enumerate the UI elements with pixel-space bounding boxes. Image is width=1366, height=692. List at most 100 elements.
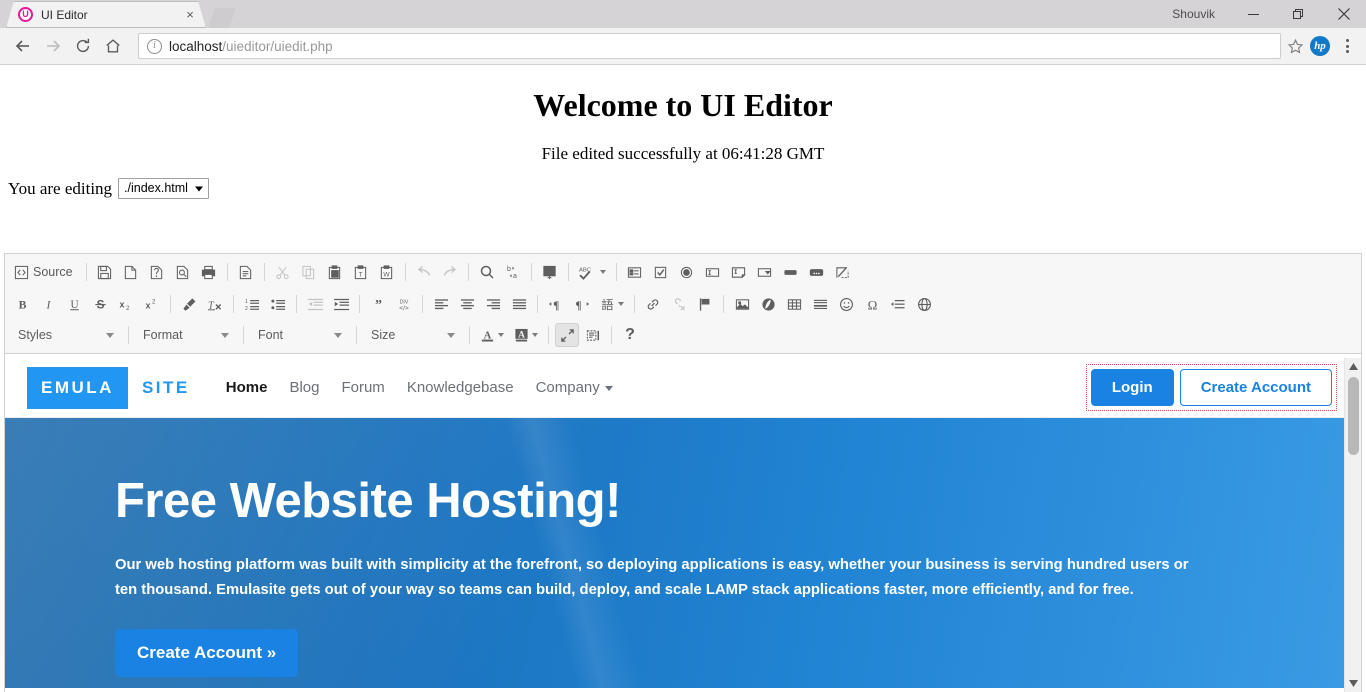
copy-button[interactable] [297, 260, 321, 284]
undo-button[interactable] [412, 260, 436, 284]
save-button[interactable] [93, 260, 117, 284]
size-combo[interactable]: Size [362, 323, 462, 347]
align-right-button[interactable] [481, 292, 505, 316]
bookmark-star-icon[interactable] [1287, 38, 1304, 55]
file-select[interactable]: ./index.html [118, 178, 210, 199]
site-info-icon[interactable]: i [147, 38, 162, 54]
radio-button-button[interactable] [675, 260, 699, 284]
special-character-button[interactable]: Ω [860, 292, 884, 316]
show-blocks-button[interactable] [581, 323, 605, 347]
close-window-icon[interactable] [1321, 0, 1366, 28]
back-icon[interactable] [8, 31, 38, 61]
address-bar[interactable]: i localhost/uieditor/uiedit.php [138, 33, 1281, 59]
editor-vertical-scrollbar[interactable] [1344, 358, 1361, 692]
cut-button[interactable] [271, 260, 295, 284]
italic-button[interactable]: I [36, 292, 60, 316]
textarea-button[interactable] [727, 260, 751, 284]
site-logo[interactable]: EMULA SITE [27, 366, 204, 409]
language-button[interactable]: 語 [596, 292, 628, 316]
checkbox-button[interactable] [649, 260, 673, 284]
replace-button[interactable]: b a [501, 260, 525, 284]
format-combo[interactable]: Format [134, 323, 236, 347]
ckeditor-editable-area[interactable]: EMULA SITE Home Blog Forum Knowledgebase… [5, 358, 1361, 692]
forward-icon[interactable] [38, 31, 68, 61]
iframe-globe-button[interactable] [912, 292, 936, 316]
styles-combo[interactable]: Styles [9, 323, 121, 347]
horizontal-rule-button[interactable] [808, 292, 832, 316]
file-select-wrapper[interactable]: ./index.html [118, 178, 210, 199]
decrease-indent-button[interactable] [303, 292, 327, 316]
scroll-down-icon[interactable] [1345, 675, 1362, 692]
scrollbar-thumb[interactable] [1347, 377, 1359, 455]
nav-item-blog[interactable]: Blog [289, 379, 319, 396]
anchor-flag-button[interactable] [693, 292, 717, 316]
numbered-list-button[interactable]: 1 2 [240, 292, 264, 316]
maximize-button[interactable] [555, 323, 579, 347]
button-button[interactable] [779, 260, 803, 284]
hidden-field-button[interactable] [831, 260, 855, 284]
find-button[interactable] [475, 260, 499, 284]
source-button[interactable]: Source [10, 260, 80, 284]
spell-check-button[interactable]: ABC [575, 260, 610, 284]
hero-create-account-button[interactable]: Create Account » [115, 629, 299, 678]
new-tab-button[interactable] [208, 8, 236, 28]
form-button[interactable] [623, 260, 647, 284]
image-button[interactable] [730, 292, 754, 316]
text-direction-rtl-button[interactable]: ¶ [570, 292, 594, 316]
paste-button[interactable] [323, 260, 347, 284]
paste-as-plain-text-button[interactable]: T [349, 260, 373, 284]
font-combo[interactable]: Font [249, 323, 349, 347]
select-all-button[interactable] [538, 260, 562, 284]
login-button[interactable]: Login [1090, 369, 1174, 406]
smiley-button[interactable] [834, 292, 858, 316]
about-button[interactable]: ? [618, 323, 642, 347]
justify-button[interactable] [507, 292, 531, 316]
background-color-button[interactable]: A [510, 323, 542, 347]
templates-button[interactable] [145, 260, 169, 284]
redo-button[interactable] [438, 260, 462, 284]
home-icon[interactable] [98, 31, 128, 61]
image-button-button[interactable] [805, 260, 829, 284]
preview-button[interactable] [171, 260, 195, 284]
align-left-button[interactable] [429, 292, 453, 316]
nav-item-forum[interactable]: Forum [341, 379, 384, 396]
flash-button[interactable] [756, 292, 780, 316]
table-button[interactable] [782, 292, 806, 316]
superscript-button[interactable]: x2 [140, 292, 164, 316]
auth-button-group[interactable]: Login Create Account [1085, 364, 1338, 411]
underline-button[interactable]: U [62, 292, 86, 316]
reload-icon[interactable] [68, 31, 98, 61]
chrome-menu-icon[interactable] [1336, 39, 1358, 53]
nav-item-knowledgebase[interactable]: Knowledgebase [407, 379, 514, 396]
remove-format-button[interactable]: T [203, 292, 227, 316]
text-direction-ltr-button[interactable]: ¶ [544, 292, 568, 316]
paste-from-word-button[interactable]: W [375, 260, 399, 284]
unlink-button[interactable] [667, 292, 691, 316]
create-account-button[interactable]: Create Account [1179, 369, 1332, 406]
nav-item-home[interactable]: Home [226, 379, 268, 396]
center-button[interactable] [455, 292, 479, 316]
restore-icon[interactable] [1276, 0, 1321, 28]
page-break-button[interactable] [886, 292, 910, 316]
document-properties-button[interactable] [234, 260, 258, 284]
text-color-button[interactable]: A [476, 323, 508, 347]
scroll-up-icon[interactable] [1345, 358, 1362, 375]
new-page-button[interactable] [119, 260, 143, 284]
copy-formatting-button[interactable] [177, 292, 201, 316]
subscript-button[interactable]: x2 [114, 292, 138, 316]
bulleted-list-button[interactable] [266, 292, 290, 316]
nav-item-company[interactable]: Company [536, 379, 613, 396]
create-div-button[interactable]: DIV </> [392, 292, 416, 316]
text-field-button[interactable] [701, 260, 725, 284]
close-tab-icon[interactable]: × [182, 7, 198, 23]
block-quote-button[interactable]: ” [366, 292, 390, 316]
bold-button[interactable]: B [10, 292, 34, 316]
hp-extension-icon[interactable]: hp [1310, 36, 1330, 56]
strikethrough-button[interactable]: S [88, 292, 112, 316]
increase-indent-button[interactable] [329, 292, 353, 316]
profile-name[interactable]: Shouvik [1172, 7, 1215, 21]
minimize-icon[interactable] [1231, 0, 1276, 28]
selection-field-button[interactable] [753, 260, 777, 284]
print-button[interactable] [197, 260, 221, 284]
link-button[interactable] [641, 292, 665, 316]
